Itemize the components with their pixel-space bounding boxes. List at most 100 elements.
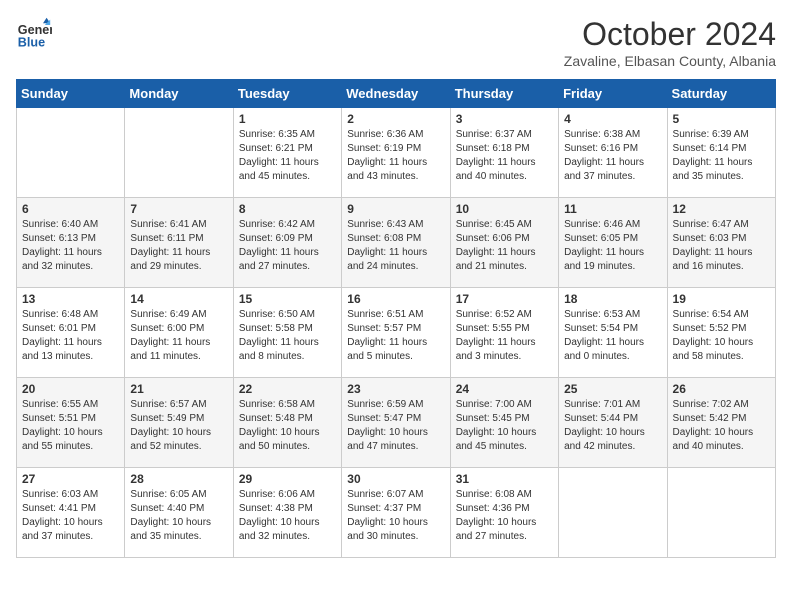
calendar-day-cell: 4 Sunrise: 6:38 AMSunset: 6:16 PMDaylight… xyxy=(559,108,667,198)
day-number: 10 xyxy=(456,202,553,216)
day-number: 19 xyxy=(673,292,770,306)
calendar-day-cell: 9 Sunrise: 6:43 AMSunset: 6:08 PMDaylight… xyxy=(342,198,450,288)
day-info: Sunrise: 6:52 AMSunset: 5:55 PMDaylight:… xyxy=(456,308,553,364)
day-of-week-header: Thursday xyxy=(450,80,558,108)
day-number: 25 xyxy=(564,382,661,396)
day-number: 8 xyxy=(239,202,336,216)
calendar-day-cell xyxy=(17,108,125,198)
day-number: 22 xyxy=(239,382,336,396)
day-number: 6 xyxy=(22,202,119,216)
day-info: Sunrise: 6:03 AMSunset: 4:41 PMDaylight:… xyxy=(22,488,119,544)
day-info: Sunrise: 7:02 AMSunset: 5:42 PMDaylight:… xyxy=(673,398,770,454)
day-info: Sunrise: 6:42 AMSunset: 6:09 PMDaylight:… xyxy=(239,218,336,274)
day-number: 26 xyxy=(673,382,770,396)
calendar-day-cell: 7 Sunrise: 6:41 AMSunset: 6:11 PMDaylight… xyxy=(125,198,233,288)
day-number: 24 xyxy=(456,382,553,396)
calendar-week-row: 1Sunrise: 6:35 AMSunset: 6:21 PMDaylight… xyxy=(17,108,776,198)
calendar-day-cell xyxy=(667,468,775,558)
day-number: 5 xyxy=(673,112,770,126)
day-info: Sunrise: 6:49 AMSunset: 6:00 PMDaylight:… xyxy=(130,308,227,364)
calendar-day-cell: 19 Sunrise: 6:54 AMSunset: 5:52 PMDayligh… xyxy=(667,288,775,378)
calendar-week-row: 13 Sunrise: 6:48 AMSunset: 6:01 PMDayligh… xyxy=(17,288,776,378)
day-info: Sunrise: 6:54 AMSunset: 5:52 PMDaylight:… xyxy=(673,308,770,364)
calendar-day-cell: 16Sunrise: 6:51 AMSunset: 5:57 PMDayligh… xyxy=(342,288,450,378)
location-subtitle: Zavaline, Elbasan County, Albania xyxy=(564,53,776,69)
calendar-day-cell: 14 Sunrise: 6:49 AMSunset: 6:00 PMDayligh… xyxy=(125,288,233,378)
calendar-day-cell: 28 Sunrise: 6:05 AMSunset: 4:40 PMDayligh… xyxy=(125,468,233,558)
calendar-day-cell: 29 Sunrise: 6:06 AMSunset: 4:38 PMDayligh… xyxy=(233,468,341,558)
day-number: 14 xyxy=(130,292,227,306)
day-info: Sunrise: 6:46 AMSunset: 6:05 PMDaylight:… xyxy=(564,218,661,274)
calendar-day-cell: 6 Sunrise: 6:40 AMSunset: 6:13 PMDaylight… xyxy=(17,198,125,288)
calendar-day-cell: 10 Sunrise: 6:45 AMSunset: 6:06 PMDayligh… xyxy=(450,198,558,288)
day-number: 15 xyxy=(239,292,336,306)
day-info: Sunrise: 6:50 AMSunset: 5:58 PMDaylight:… xyxy=(239,308,336,364)
calendar-day-cell: 17 Sunrise: 6:52 AMSunset: 5:55 PMDayligh… xyxy=(450,288,558,378)
day-number: 13 xyxy=(22,292,119,306)
calendar-day-cell xyxy=(559,468,667,558)
day-of-week-header: Sunday xyxy=(17,80,125,108)
calendar-day-cell: 8 Sunrise: 6:42 AMSunset: 6:09 PMDaylight… xyxy=(233,198,341,288)
day-info: Sunrise: 6:58 AMSunset: 5:48 PMDaylight:… xyxy=(239,398,336,454)
day-of-week-header: Monday xyxy=(125,80,233,108)
calendar-table: SundayMondayTuesdayWednesdayThursdayFrid… xyxy=(16,79,776,558)
day-info: Sunrise: 7:00 AMSunset: 5:45 PMDaylight:… xyxy=(456,398,553,454)
calendar-day-cell: 26 Sunrise: 7:02 AMSunset: 5:42 PMDayligh… xyxy=(667,378,775,468)
calendar-header-row: SundayMondayTuesdayWednesdayThursdayFrid… xyxy=(17,80,776,108)
calendar-day-cell: 1Sunrise: 6:35 AMSunset: 6:21 PMDaylight… xyxy=(233,108,341,198)
calendar-day-cell: 23Sunrise: 6:59 AMSunset: 5:47 PMDayligh… xyxy=(342,378,450,468)
day-info: Sunrise: 7:01 AMSunset: 5:44 PMDaylight:… xyxy=(564,398,661,454)
day-info: Sunrise: 6:36 AMSunset: 6:19 PMDaylight:… xyxy=(347,128,444,184)
day-number: 9 xyxy=(347,202,444,216)
day-info: Sunrise: 6:48 AMSunset: 6:01 PMDaylight:… xyxy=(22,308,119,364)
calendar-day-cell: 24 Sunrise: 7:00 AMSunset: 5:45 PMDayligh… xyxy=(450,378,558,468)
calendar-day-cell: 20 Sunrise: 6:55 AMSunset: 5:51 PMDayligh… xyxy=(17,378,125,468)
calendar-week-row: 6 Sunrise: 6:40 AMSunset: 6:13 PMDaylight… xyxy=(17,198,776,288)
day-number: 21 xyxy=(130,382,227,396)
day-info: Sunrise: 6:38 AMSunset: 6:16 PMDaylight:… xyxy=(564,128,661,184)
day-info: Sunrise: 6:05 AMSunset: 4:40 PMDaylight:… xyxy=(130,488,227,544)
day-info: Sunrise: 6:43 AMSunset: 6:08 PMDaylight:… xyxy=(347,218,444,274)
day-info: Sunrise: 6:59 AMSunset: 5:47 PMDaylight:… xyxy=(347,398,444,454)
calendar-day-cell: 22 Sunrise: 6:58 AMSunset: 5:48 PMDayligh… xyxy=(233,378,341,468)
day-info: Sunrise: 6:41 AMSunset: 6:11 PMDaylight:… xyxy=(130,218,227,274)
title-block: October 2024 Zavaline, Elbasan County, A… xyxy=(564,16,776,69)
calendar-day-cell: 13 Sunrise: 6:48 AMSunset: 6:01 PMDayligh… xyxy=(17,288,125,378)
logo-icon: General Blue xyxy=(16,16,52,52)
day-info: Sunrise: 6:53 AMSunset: 5:54 PMDaylight:… xyxy=(564,308,661,364)
calendar-day-cell: 11Sunrise: 6:46 AMSunset: 6:05 PMDayligh… xyxy=(559,198,667,288)
day-info: Sunrise: 6:40 AMSunset: 6:13 PMDaylight:… xyxy=(22,218,119,274)
calendar-day-cell: 30 Sunrise: 6:07 AMSunset: 4:37 PMDayligh… xyxy=(342,468,450,558)
calendar-day-cell: 15 Sunrise: 6:50 AMSunset: 5:58 PMDayligh… xyxy=(233,288,341,378)
day-number: 1 xyxy=(239,112,336,126)
day-number: 20 xyxy=(22,382,119,396)
day-info: Sunrise: 6:07 AMSunset: 4:37 PMDaylight:… xyxy=(347,488,444,544)
calendar-day-cell: 27Sunrise: 6:03 AMSunset: 4:41 PMDayligh… xyxy=(17,468,125,558)
calendar-day-cell: 18 Sunrise: 6:53 AMSunset: 5:54 PMDayligh… xyxy=(559,288,667,378)
day-info: Sunrise: 6:06 AMSunset: 4:38 PMDaylight:… xyxy=(239,488,336,544)
calendar-day-cell: 31Sunrise: 6:08 AMSunset: 4:36 PMDayligh… xyxy=(450,468,558,558)
day-info: Sunrise: 6:47 AMSunset: 6:03 PMDaylight:… xyxy=(673,218,770,274)
day-number: 30 xyxy=(347,472,444,486)
logo: General Blue xyxy=(16,16,52,52)
day-number: 7 xyxy=(130,202,227,216)
day-info: Sunrise: 6:45 AMSunset: 6:06 PMDaylight:… xyxy=(456,218,553,274)
day-number: 3 xyxy=(456,112,553,126)
day-info: Sunrise: 6:51 AMSunset: 5:57 PMDaylight:… xyxy=(347,308,444,364)
day-number: 29 xyxy=(239,472,336,486)
day-number: 2 xyxy=(347,112,444,126)
day-info: Sunrise: 6:55 AMSunset: 5:51 PMDaylight:… xyxy=(22,398,119,454)
calendar-day-cell: 3 Sunrise: 6:37 AMSunset: 6:18 PMDaylight… xyxy=(450,108,558,198)
day-of-week-header: Friday xyxy=(559,80,667,108)
day-info: Sunrise: 6:37 AMSunset: 6:18 PMDaylight:… xyxy=(456,128,553,184)
day-number: 31 xyxy=(456,472,553,486)
day-number: 17 xyxy=(456,292,553,306)
page-header: General Blue October 2024 Zavaline, Elba… xyxy=(16,16,776,69)
calendar-week-row: 20 Sunrise: 6:55 AMSunset: 5:51 PMDayligh… xyxy=(17,378,776,468)
day-info: Sunrise: 6:57 AMSunset: 5:49 PMDaylight:… xyxy=(130,398,227,454)
svg-text:Blue: Blue xyxy=(18,36,45,50)
day-number: 28 xyxy=(130,472,227,486)
day-number: 18 xyxy=(564,292,661,306)
day-number: 4 xyxy=(564,112,661,126)
calendar-day-cell: 12Sunrise: 6:47 AMSunset: 6:03 PMDayligh… xyxy=(667,198,775,288)
